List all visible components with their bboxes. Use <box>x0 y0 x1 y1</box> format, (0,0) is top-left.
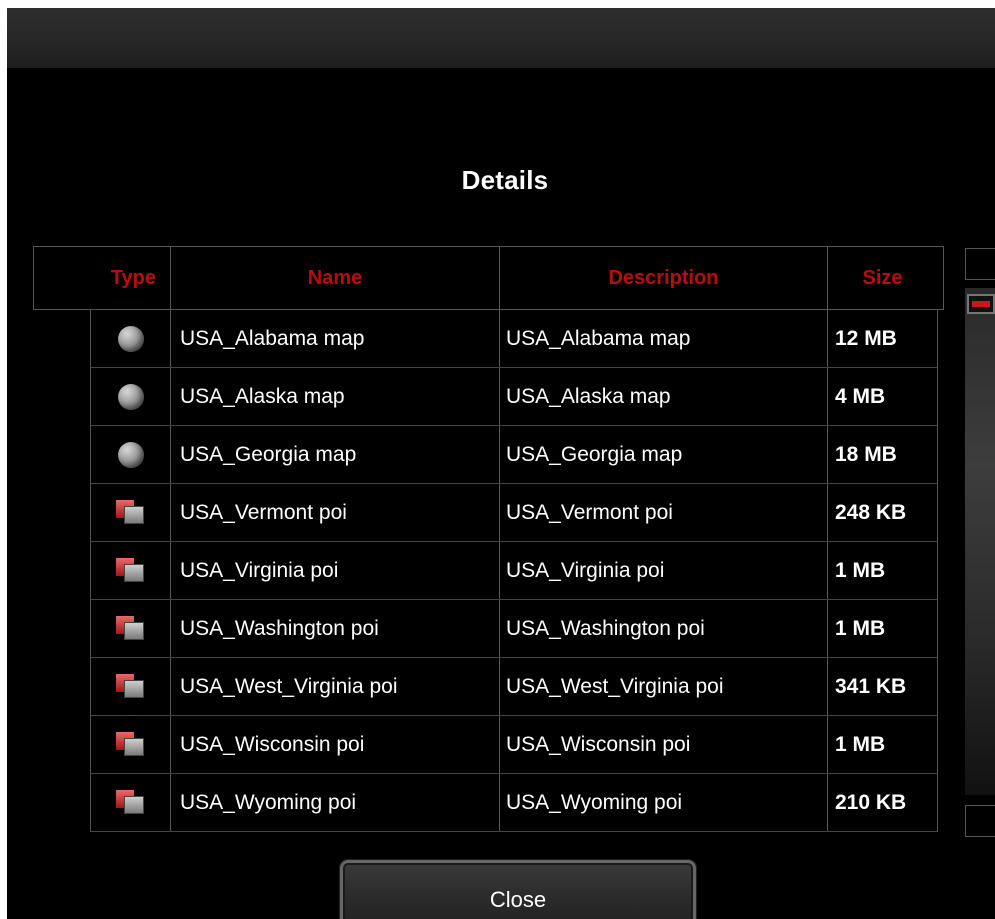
scrollbar-track[interactable] <box>965 288 995 795</box>
header-name[interactable]: Name <box>171 247 500 309</box>
header-description[interactable]: Description <box>500 247 828 309</box>
type-cell <box>91 774 171 831</box>
globe-map-icon <box>117 383 144 410</box>
table-row[interactable]: USA_Wisconsin poi USA_Wisconsin poi 1 MB <box>90 716 938 774</box>
description-cell: USA_Wisconsin poi <box>500 716 828 773</box>
description-cell: USA_Virginia poi <box>500 542 828 599</box>
window-titlebar <box>7 8 995 68</box>
size-cell: 1 MB <box>835 558 886 582</box>
table-row[interactable]: USA_Georgia map USA_Georgia map 18 MB <box>90 426 938 484</box>
table-row[interactable]: USA_West_Virginia poi USA_West_Virginia p… <box>90 658 938 716</box>
table-body: USA_Alabama map USA_Alabama map 12 MB USA_A… <box>90 310 938 832</box>
table-row[interactable]: USA_Vermont poi USA_Vermont poi 248 KB <box>90 484 938 542</box>
dialog-title: Details <box>461 165 549 195</box>
size-cell: 210 KB <box>835 790 907 814</box>
type-cell <box>91 310 171 367</box>
name-cell: USA_Wisconsin poi <box>171 716 500 773</box>
size-cell: 4 MB <box>835 384 886 408</box>
table-header: Type Name Description Size <box>33 246 944 310</box>
description-cell: USA_West_Virginia poi <box>500 658 828 715</box>
description-cell: USA_Washington poi <box>500 600 828 657</box>
type-cell <box>91 716 171 773</box>
type-cell <box>91 542 171 599</box>
type-cell <box>91 600 171 657</box>
name-cell: USA_Wyoming poi <box>171 774 500 831</box>
poi-icon <box>115 615 146 642</box>
poi-icon <box>115 557 146 584</box>
size-cell: 12 MB <box>835 326 897 350</box>
name-cell: USA_Vermont poi <box>171 484 500 541</box>
description-cell: USA_Wyoming poi <box>500 774 828 831</box>
poi-icon <box>115 789 146 816</box>
description-cell: USA_Alaska map <box>500 368 828 425</box>
scroll-grip-icon <box>972 301 990 307</box>
size-cell: 248 KB <box>835 500 907 524</box>
table-row[interactable]: USA_Alaska map USA_Alaska map 4 MB <box>90 368 938 426</box>
type-cell <box>91 426 171 483</box>
poi-icon <box>115 499 146 526</box>
name-cell: USA_Georgia map <box>171 426 500 483</box>
header-size[interactable]: Size <box>828 247 937 309</box>
name-cell: USA_Virginia poi <box>171 542 500 599</box>
name-cell: USA_Alabama map <box>171 310 500 367</box>
size-cell: 341 KB <box>835 674 907 698</box>
type-cell <box>91 368 171 425</box>
type-cell <box>91 484 171 541</box>
size-cell: 1 MB <box>835 616 886 640</box>
globe-map-icon <box>117 325 144 352</box>
scrollbar-thumb[interactable] <box>967 294 995 314</box>
details-window: Details Type Name Description Size USA_A… <box>7 8 995 919</box>
size-cell: 18 MB <box>835 442 897 466</box>
poi-icon <box>115 673 146 700</box>
name-cell: USA_Alaska map <box>171 368 500 425</box>
name-cell: USA_Washington poi <box>171 600 500 657</box>
table-row[interactable]: USA_Virginia poi USA_Virginia poi 1 MB <box>90 542 938 600</box>
description-cell: USA_Alabama map <box>500 310 828 367</box>
close-button[interactable]: Close <box>340 860 696 919</box>
table-row[interactable]: USA_Washington poi USA_Washington poi 1 MB <box>90 600 938 658</box>
name-cell: USA_West_Virginia poi <box>171 658 500 715</box>
globe-map-icon <box>117 441 144 468</box>
table-row[interactable]: USA_Wyoming poi USA_Wyoming poi 210 KB <box>90 774 938 832</box>
description-cell: USA_Georgia map <box>500 426 828 483</box>
size-cell: 1 MB <box>835 732 886 756</box>
header-type[interactable]: Type <box>34 247 171 309</box>
poi-icon <box>115 731 146 758</box>
table-row[interactable]: USA_Alabama map USA_Alabama map 12 MB <box>90 310 938 368</box>
type-cell <box>91 658 171 715</box>
description-cell: USA_Vermont poi <box>500 484 828 541</box>
scroll-up-button[interactable] <box>965 248 995 280</box>
scroll-down-button[interactable] <box>965 805 995 837</box>
dialog-content: Details Type Name Description Size USA_A… <box>15 68 995 919</box>
